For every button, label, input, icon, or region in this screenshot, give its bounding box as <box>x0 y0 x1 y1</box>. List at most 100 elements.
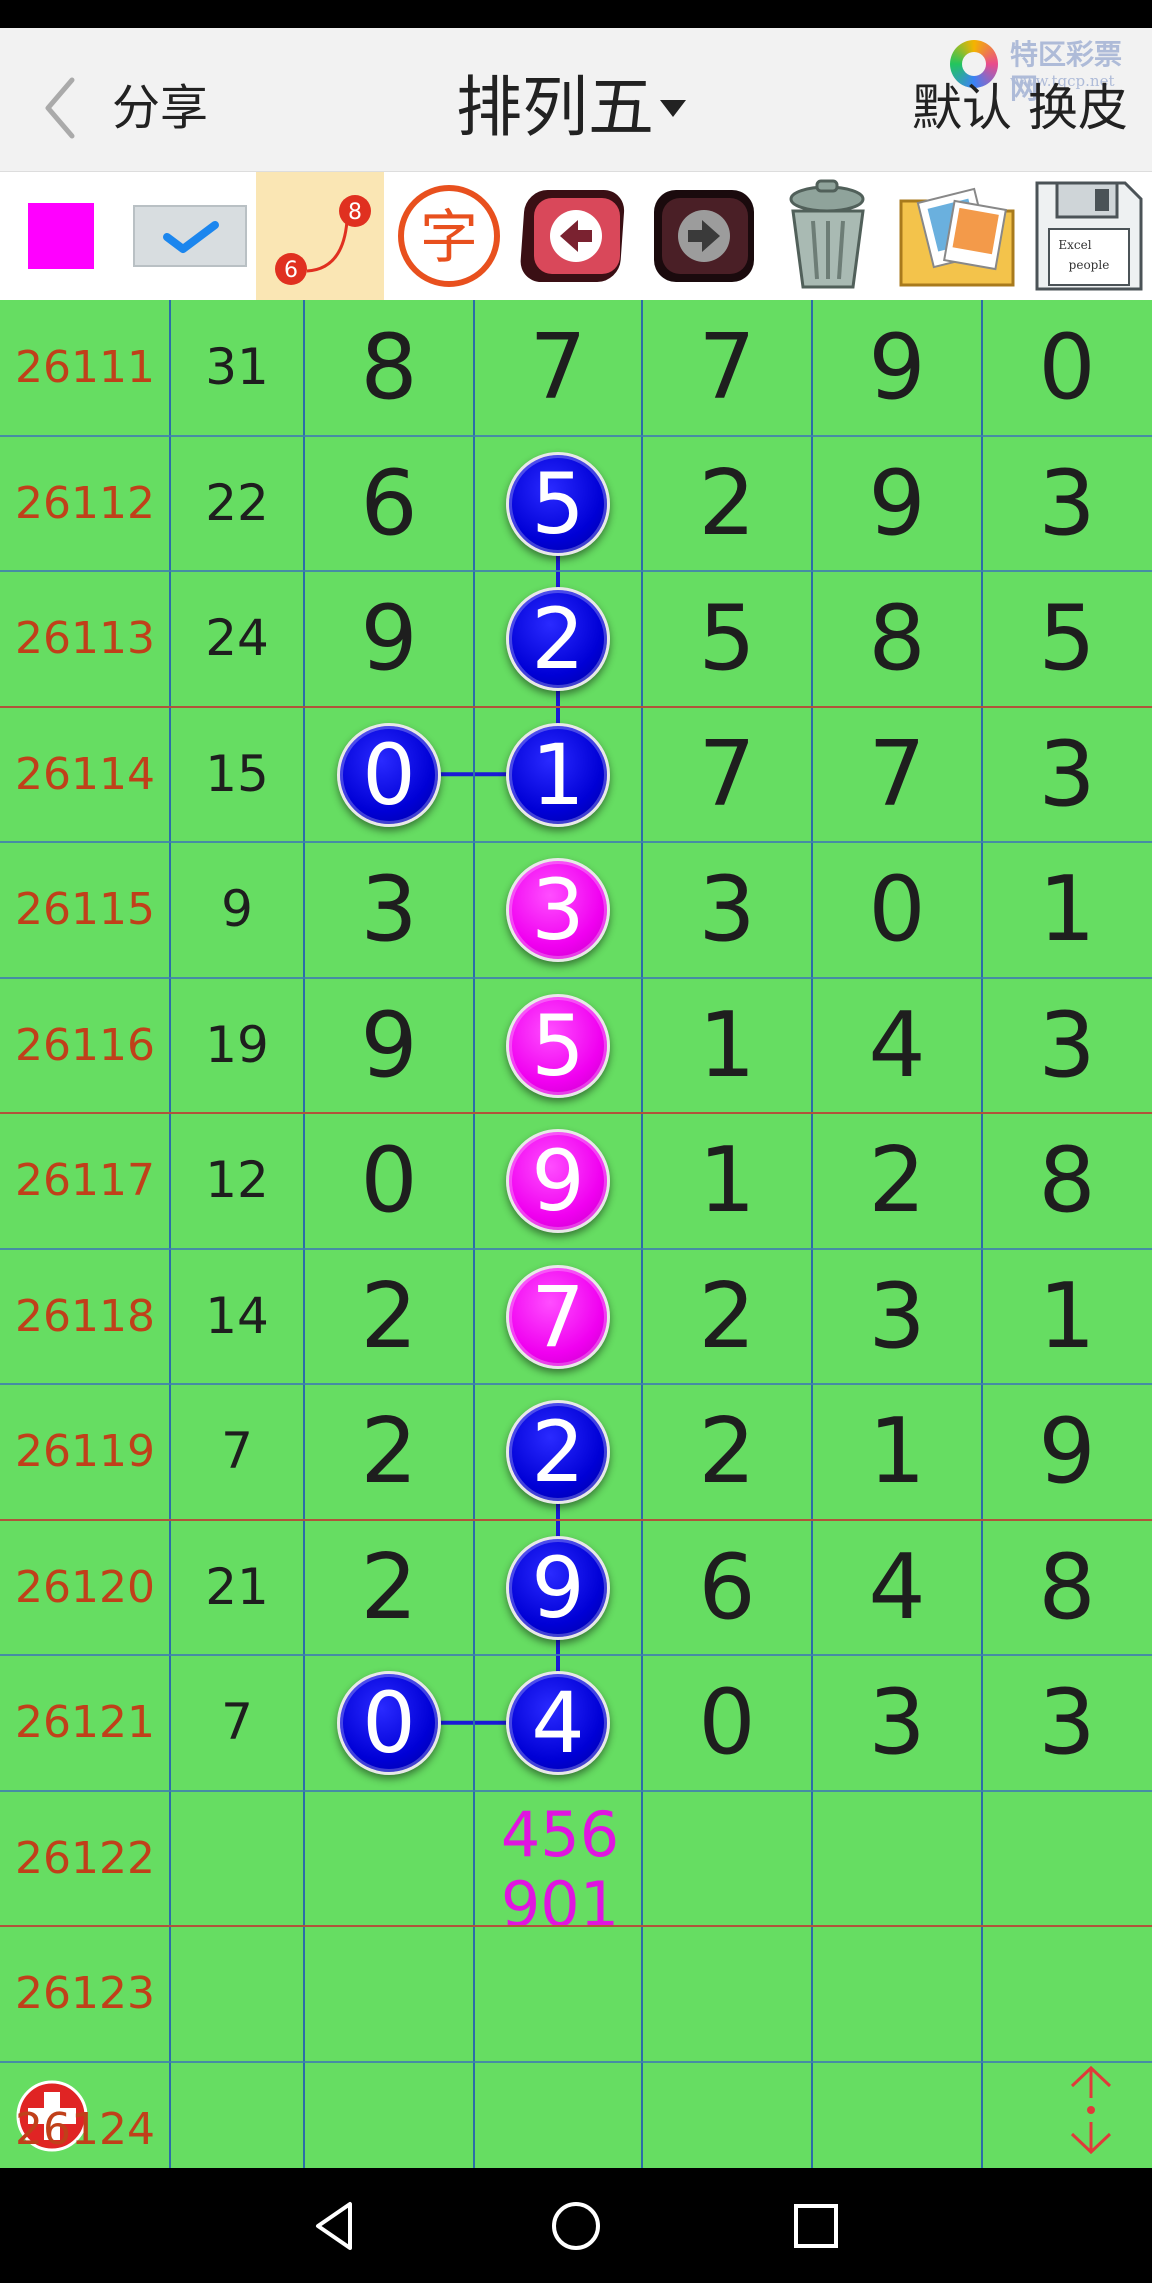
default-button[interactable]: 默认 <box>912 68 1012 148</box>
color-swatch-button[interactable] <box>18 172 104 300</box>
digit-cell[interactable]: 4 <box>812 978 982 1113</box>
clear-trash-button[interactable] <box>766 172 890 300</box>
highlight-ball[interactable]: 0 <box>337 1670 441 1775</box>
nav-home-button[interactable] <box>538 2188 614 2264</box>
digit-cell[interactable]: 5 <box>642 571 812 706</box>
highlight-ball[interactable]: 5 <box>506 451 610 556</box>
digit-cell[interactable]: 3 <box>812 1655 982 1790</box>
highlight-ball[interactable]: 4 <box>506 1670 610 1775</box>
sum-value: 21 <box>205 1558 269 1616</box>
digit-cell[interactable]: 7 <box>642 707 812 842</box>
digit-cell[interactable]: 3 <box>982 707 1152 842</box>
digit-cell[interactable]: 3 <box>982 1655 1152 1790</box>
highlight-ball[interactable]: 3 <box>506 857 610 962</box>
highlight-ball[interactable]: 9 <box>506 1128 610 1233</box>
digit-cell[interactable]: 6 <box>642 1520 812 1655</box>
scroll-updown-button[interactable] <box>1064 2062 1118 2158</box>
digit-cell[interactable]: 9 <box>812 300 982 435</box>
digit-cell[interactable]: 8 <box>812 571 982 706</box>
highlight-ball[interactable]: 2 <box>506 586 610 691</box>
sum-value: 7 <box>221 1422 253 1480</box>
arrow-left-icon <box>520 190 625 282</box>
back-chevron-icon[interactable] <box>38 72 98 144</box>
status-bar <box>0 0 1152 28</box>
trend-line-button[interactable]: 8 6 <box>256 172 384 300</box>
digit-cell[interactable]: 1 <box>812 1384 982 1519</box>
arrow-right-icon <box>654 190 754 282</box>
issue-number: 26119 <box>15 1426 155 1477</box>
sum-value: 24 <box>205 609 269 667</box>
digit-cell[interactable]: 2 <box>304 1520 474 1655</box>
digit-cell[interactable]: 7 <box>474 300 642 435</box>
digit-cell[interactable]: 4 <box>812 1520 982 1655</box>
digit-cell[interactable]: 1 <box>982 842 1152 977</box>
digit-cell[interactable]: 2 <box>812 1113 982 1248</box>
digit-cell[interactable]: 0 <box>812 842 982 977</box>
digit-cell[interactable]: 8 <box>982 1113 1152 1248</box>
issue-number: 26121 <box>15 1697 155 1748</box>
circle-home-icon <box>552 2202 600 2250</box>
share-button[interactable]: 分享 <box>112 68 208 148</box>
digit-cell[interactable]: 2 <box>304 1249 474 1384</box>
nav-back-button[interactable] <box>298 2188 374 2264</box>
gallery-button[interactable] <box>894 172 1022 300</box>
character-mode-button[interactable]: 字 <box>388 172 510 300</box>
digit-cell[interactable]: 2 <box>642 1249 812 1384</box>
save-floppy-button[interactable]: Excel people <box>1026 172 1150 300</box>
check-toggle-button[interactable] <box>130 172 250 300</box>
issue-number: 26116 <box>15 1020 155 1071</box>
char-label: 字 <box>420 203 478 271</box>
digit-cell[interactable]: 8 <box>304 300 474 435</box>
sum-value: 7 <box>221 1693 253 1751</box>
digit-cell[interactable]: 1 <box>642 1113 812 1248</box>
prediction-line-2: 901 <box>500 1868 620 1941</box>
digit-cell[interactable]: 3 <box>982 436 1152 571</box>
page-title: 排列五 <box>456 69 654 146</box>
floppy-disk-icon: Excel people <box>1035 181 1143 291</box>
digit-cell[interactable]: 0 <box>304 1113 474 1248</box>
highlight-ball[interactable]: 9 <box>506 1535 610 1640</box>
sum-value: 19 <box>205 1016 269 1074</box>
issue-number: 26113 <box>15 613 155 664</box>
change-skin-button[interactable]: 换皮 <box>1028 68 1128 148</box>
digit-cell[interactable]: 9 <box>812 436 982 571</box>
digit-cell[interactable]: 3 <box>642 842 812 977</box>
digit-cell[interactable]: 9 <box>982 1384 1152 1519</box>
grid-row-divider <box>0 1790 1152 1792</box>
digit-cell[interactable]: 2 <box>304 1384 474 1519</box>
digit-cell[interactable]: 2 <box>642 1384 812 1519</box>
digit-cell[interactable]: 3 <box>812 1249 982 1384</box>
highlight-ball[interactable]: 0 <box>337 722 441 827</box>
trend-grid: 456 901 26111 31 8 7 7 9 0 26112 22 6 5 2 9 3 26113 24 9… <box>0 300 1152 2198</box>
digit-cell[interactable]: 0 <box>982 300 1152 435</box>
triangle-back-icon <box>316 2202 352 2250</box>
floppy-label-2: people <box>1069 258 1110 272</box>
sum-value: 15 <box>205 745 269 803</box>
lottery-type-dropdown[interactable]: 排列五 <box>456 58 686 158</box>
previous-button[interactable] <box>516 172 636 300</box>
prediction-line-1: 456 <box>500 1798 620 1871</box>
issue-number: 26114 <box>15 749 155 800</box>
digit-cell[interactable]: 3 <box>982 978 1152 1113</box>
grid-row-divider <box>0 2061 1152 2063</box>
digit-cell[interactable]: 2 <box>642 436 812 571</box>
digit-cell[interactable]: 6 <box>304 436 474 571</box>
highlight-ball[interactable]: 2 <box>506 1399 610 1504</box>
digit-cell[interactable]: 0 <box>642 1655 812 1790</box>
digit-cell[interactable]: 5 <box>982 571 1152 706</box>
digit-cell[interactable]: 7 <box>812 707 982 842</box>
next-button[interactable] <box>644 172 764 300</box>
highlight-ball[interactable]: 1 <box>506 722 610 827</box>
digit-cell[interactable]: 9 <box>304 978 474 1113</box>
sum-value: 22 <box>205 474 269 532</box>
digit-cell[interactable]: 9 <box>304 571 474 706</box>
sum-value: 9 <box>221 880 253 938</box>
highlight-ball[interactable]: 5 <box>506 993 610 1098</box>
nav-recents-button[interactable] <box>778 2188 854 2264</box>
digit-cell[interactable]: 1 <box>642 978 812 1113</box>
highlight-ball[interactable]: 7 <box>506 1264 610 1369</box>
digit-cell[interactable]: 8 <box>982 1520 1152 1655</box>
digit-cell[interactable]: 3 <box>304 842 474 977</box>
digit-cell[interactable]: 1 <box>982 1249 1152 1384</box>
digit-cell[interactable]: 7 <box>642 300 812 435</box>
